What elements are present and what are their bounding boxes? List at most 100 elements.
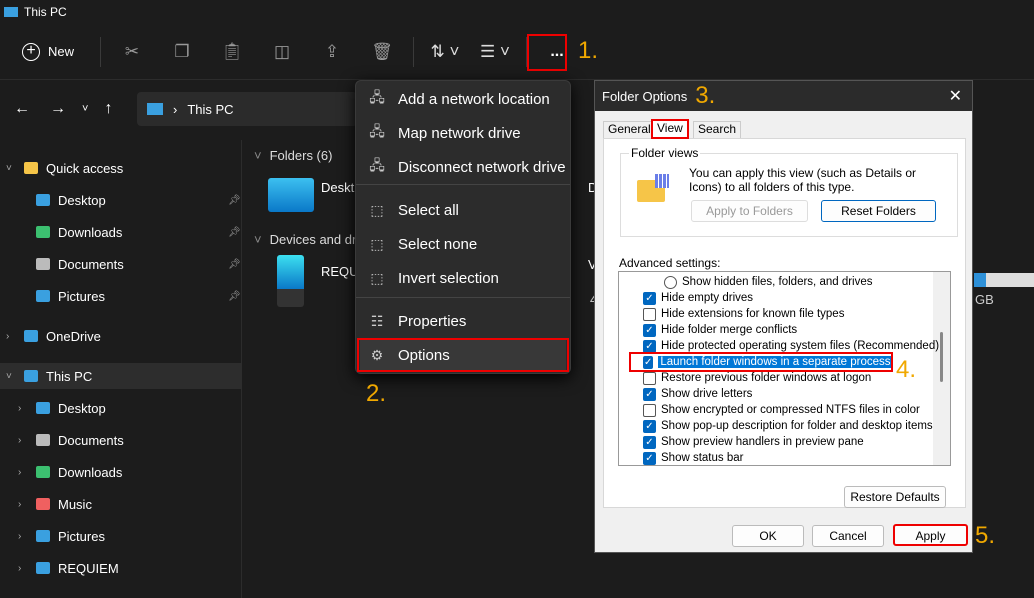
view-icon[interactable]: ☰ ˅ (470, 42, 520, 62)
toolbar: + New ✂ ❐ 📋︎ ◫ ⇪ 🗑︎ ⇅ ˅ ☰ ˅ ... (0, 24, 1034, 80)
pin-icon[interactable]: 📌︎ (228, 291, 241, 302)
sort-icon[interactable]: ⇅ ˅ (420, 42, 470, 62)
reset-folders-button[interactable]: Reset Folders (821, 200, 936, 222)
recent-icon[interactable]: ˅ (82, 103, 88, 115)
forward-icon[interactable]: → (50, 100, 66, 118)
tab-view[interactable]: View (651, 119, 689, 139)
pin-icon[interactable]: 📌︎ (228, 227, 241, 238)
sidebar-item-downloads[interactable]: Downloads 📌︎ (0, 219, 242, 245)
checkbox[interactable] (643, 307, 656, 321)
up-icon[interactable]: ↑ (104, 100, 112, 118)
setting-row[interactable]: ✓ Hide empty drives (643, 290, 753, 306)
sidebar-item-onedrive[interactable]: › OneDrive (0, 323, 242, 349)
checkbox[interactable]: ✓ (643, 451, 656, 465)
ok-button[interactable]: OK (732, 525, 804, 547)
sidebar-item-label: Downloads (58, 464, 123, 480)
sidebar-item-requiem[interactable]: › REQUIEM (0, 555, 242, 581)
pc-icon (147, 103, 163, 115)
checkbox[interactable]: ✓ (643, 435, 656, 449)
sidebar-item-pictures[interactable]: › Pictures (0, 523, 242, 549)
devices-header: Devices and dr (269, 232, 357, 247)
setting-row[interactable]: ✓ Hide protected operating system files (… (643, 338, 939, 354)
restore-defaults-button[interactable]: Restore Defaults (844, 486, 946, 508)
setting-row[interactable]: ✓ Launch folder windows in a separate pro… (629, 352, 893, 372)
tab-general[interactable]: General (603, 121, 656, 139)
pin-icon[interactable]: 📌︎ (228, 195, 241, 206)
menu-item-select-none[interactable]: ⬚ Select none (360, 228, 566, 260)
setting-row[interactable]: Hide extensions for known file types (643, 306, 844, 322)
back-icon[interactable]: ← (14, 100, 30, 118)
disconnect-drive-icon: 🖧 (369, 157, 385, 173)
title-bar: This PC (0, 0, 1034, 24)
setting-row[interactable]: Show hidden files, folders, and drives (664, 274, 873, 290)
chevron-icon[interactable]: › (18, 467, 30, 478)
sidebar-item-downloads[interactable]: › Downloads (0, 459, 242, 485)
paste-icon[interactable]: 📋︎ (207, 42, 257, 62)
setting-row[interactable]: ✓ Show preview handlers in preview pane (643, 434, 864, 450)
menu-item-disconnect-network-drive[interactable]: 🖧 Disconnect network drive (360, 151, 566, 183)
setting-label: Hide extensions for known file types (661, 308, 845, 320)
chevron-icon[interactable]: ˅ (6, 371, 18, 382)
sidebar-item-desktop[interactable]: Desktop 📌︎ (0, 187, 242, 213)
network-location-icon: 🖧 (369, 89, 385, 105)
window-title: This PC (24, 5, 67, 19)
copy-icon[interactable]: ❐ (157, 42, 207, 62)
sidebar-item-pictures[interactable]: Pictures 📌︎ (0, 283, 242, 309)
chevron-icon[interactable]: › (18, 531, 30, 542)
setting-row[interactable]: Show encrypted or compressed NTFS files … (643, 402, 920, 418)
checkbox[interactable] (643, 371, 656, 385)
setting-row[interactable]: ✓ Hide folder merge conflicts (643, 322, 797, 338)
sidebar-item-quick-access[interactable]: ˅ Quick access (0, 155, 242, 181)
menu-item-map-network-drive[interactable]: 🖧 Map network drive (360, 117, 566, 149)
chevron-icon[interactable]: ˅ (6, 163, 18, 174)
setting-row[interactable]: ✓ Show drive letters (643, 386, 752, 402)
sidebar-item-this-pc[interactable]: ˅ This PC (0, 363, 242, 389)
checkbox[interactable]: ✓ (643, 419, 656, 433)
checkbox[interactable]: ✓ (643, 339, 656, 353)
sidebar-item-desktop[interactable]: › Desktop (0, 395, 242, 421)
sidebar-item-documents[interactable]: Documents 📌︎ (0, 251, 242, 277)
rename-icon[interactable]: ◫ (257, 42, 307, 62)
setting-row[interactable]: ✓ Show pop-up description for folder and … (643, 418, 933, 434)
setting-row[interactable]: ✓ Show status bar (643, 450, 744, 465)
apply-to-folders-button[interactable]: Apply to Folders (691, 200, 808, 222)
checkbox[interactable]: ✓ (643, 355, 654, 369)
sidebar-item-label: Pictures (58, 528, 105, 544)
setting-label: Show status bar (661, 452, 744, 464)
tab-search[interactable]: Search (693, 121, 742, 139)
setting-row[interactable]: Restore previous folder windows at logon (643, 370, 871, 386)
menu-item-select-all[interactable]: ⬚ Select all (360, 194, 566, 226)
chevron-icon[interactable]: › (18, 403, 30, 414)
checkbox[interactable]: ✓ (643, 387, 656, 401)
share-icon[interactable]: ⇪ (307, 42, 357, 62)
apply-button[interactable]: Apply (893, 524, 968, 546)
chevron-icon[interactable]: › (18, 435, 30, 446)
sidebar-item-label: Desktop (58, 400, 106, 416)
sidebar-item-label: REQUIEM (58, 560, 119, 576)
chevron-icon[interactable]: › (6, 331, 18, 342)
cancel-button[interactable]: Cancel (812, 525, 884, 547)
menu-item-add-a-network-location[interactable]: 🖧 Add a network location (360, 83, 566, 115)
menu-item-properties[interactable]: ☷ Properties (360, 305, 566, 337)
checkbox[interactable]: ✓ (643, 291, 656, 305)
delete-icon[interactable]: 🗑︎ (357, 42, 407, 62)
new-button[interactable]: + New (22, 42, 94, 61)
chevron-icon[interactable]: › (18, 499, 30, 510)
scrollbar[interactable] (933, 272, 950, 465)
sidebar-item-music[interactable]: › Music (0, 491, 242, 517)
chevron-icon[interactable]: › (18, 563, 30, 574)
device-requiem-icon[interactable] (277, 255, 304, 307)
checkbox[interactable]: ✓ (643, 323, 656, 337)
setting-label: Hide protected operating system files (R… (661, 340, 940, 352)
checkbox[interactable] (643, 403, 656, 417)
pin-icon[interactable]: 📌︎ (228, 259, 241, 270)
folder-desktop[interactable] (268, 178, 314, 212)
close-icon[interactable]: ✕ (949, 86, 962, 106)
invert-selection-icon: ⬚ (370, 269, 384, 286)
cut-icon[interactable]: ✂ (107, 42, 157, 62)
sidebar-item-documents[interactable]: › Documents (0, 427, 242, 453)
folder-views-label: Folder views (629, 146, 701, 160)
address-input[interactable]: › This PC (137, 92, 357, 126)
radio-button[interactable] (664, 275, 677, 289)
menu-item-invert-selection[interactable]: ⬚ Invert selection (360, 262, 566, 294)
